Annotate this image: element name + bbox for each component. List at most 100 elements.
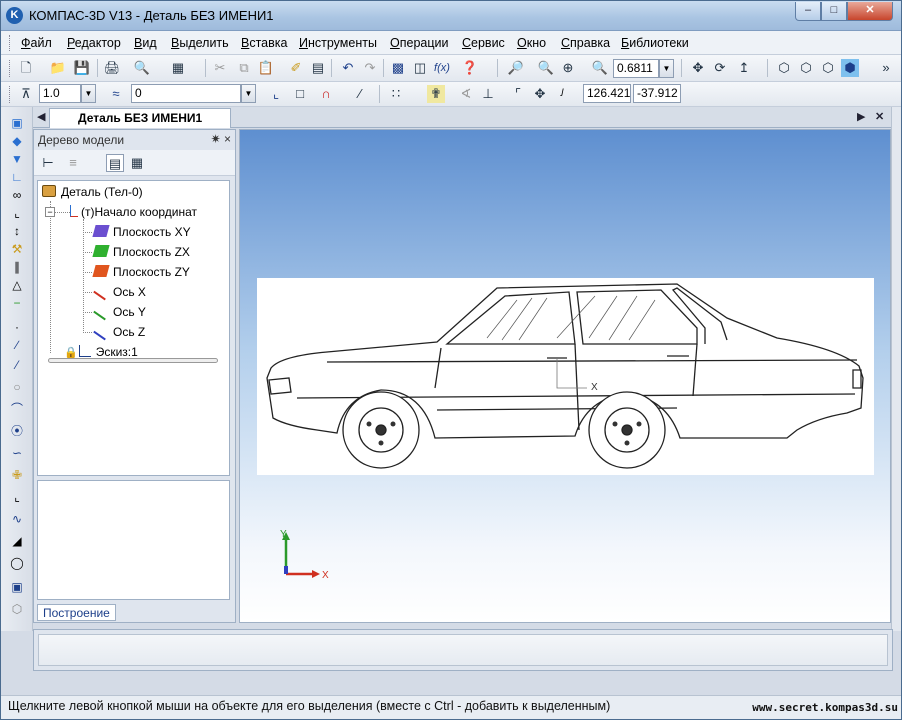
tab-close-icon[interactable]: ✕ — [875, 110, 884, 123]
segment-icon[interactable]: ⁄ — [8, 357, 26, 373]
hammer-icon[interactable]: ⚒ — [8, 241, 26, 257]
maximize-button[interactable]: □ — [821, 2, 847, 21]
library-manager-icon[interactable]: ◫ — [411, 59, 429, 77]
layer-dropdown-arrow[interactable]: ▼ — [241, 84, 256, 103]
tab-scroll-right-icon[interactable]: ▶ — [857, 110, 865, 123]
toolbar-overflow-icon[interactable]: » — [877, 59, 895, 77]
tab-scroll-left-icon[interactable]: ◀ — [37, 110, 45, 123]
redo-icon[interactable]: ↷ — [361, 59, 379, 77]
polyline-icon[interactable]: ⌞ — [8, 489, 26, 505]
menu-operations[interactable]: Операции — [390, 36, 448, 50]
menu-edit[interactable]: Редактор — [67, 36, 121, 50]
parametric-icon[interactable]: ∕ — [351, 85, 369, 103]
properties-icon[interactable]: ▦ — [169, 59, 187, 77]
preview-icon[interactable]: 🔍 — [133, 59, 151, 77]
print-icon[interactable]: 🖨 — [103, 59, 121, 77]
tree-item-axis-z[interactable]: Ось Z — [93, 323, 145, 341]
copy-icon[interactable]: ⧉ — [235, 59, 253, 77]
grid-icon[interactable]: ∷ — [387, 85, 405, 103]
contour-icon[interactable]: ⌜ — [509, 85, 527, 103]
round-off-icon[interactable]: ∢ — [457, 85, 475, 103]
chamfer-icon[interactable]: ◢ — [8, 533, 26, 549]
panel-pin-close-icon[interactable]: ✷ × — [211, 132, 231, 146]
hidden-lines-icon[interactable]: ⬡ — [797, 59, 815, 77]
triangle-icon[interactable]: △ — [8, 277, 26, 293]
spline-icon[interactable]: ∽ — [8, 445, 26, 461]
undo-icon[interactable]: ↶ — [339, 59, 357, 77]
object-properties-icon[interactable]: ▤ — [309, 59, 327, 77]
funnel-icon[interactable]: ▼ — [8, 151, 26, 167]
sketch-tools-icon[interactable]: ∥ — [8, 259, 26, 275]
cursor-coords-icon[interactable]: ✥ — [531, 85, 549, 103]
tree-structure-icon[interactable]: ⊢ — [39, 154, 57, 172]
rectangle-icon[interactable]: ▣ — [8, 579, 26, 595]
bezier-icon[interactable]: ✙ — [8, 467, 26, 483]
nurbs-icon[interactable]: ∿ — [8, 511, 26, 527]
manager-icon[interactable]: ▩ — [389, 59, 407, 77]
surface-icon[interactable]: ∟ — [8, 169, 26, 185]
axes-origin-icon[interactable]: ⊥ — [479, 85, 497, 103]
tree-view-mode-icon[interactable]: ▤ — [106, 154, 124, 172]
line-icon[interactable]: ∕ — [8, 337, 26, 353]
polygon-icon[interactable]: ⬡ — [8, 601, 26, 617]
menu-window[interactable]: Окно — [517, 36, 546, 50]
vertical-scrollbar[interactable] — [891, 107, 901, 631]
tree-item-plane-zy[interactable]: Плоскость ZY — [92, 263, 190, 281]
arc-icon[interactable]: ⌒ — [8, 401, 26, 417]
tab-document[interactable]: Деталь БЕЗ ИМЕНИ1 — [49, 108, 232, 128]
variables-icon[interactable]: f(x) — [433, 59, 451, 77]
menu-insert[interactable]: Вставка — [241, 36, 287, 50]
zoom-all-icon[interactable]: 🔍 — [537, 59, 555, 77]
pan-icon[interactable]: ✥ — [689, 59, 707, 77]
cursor-step-input[interactable]: 1.0 — [39, 84, 81, 103]
menu-service[interactable]: Сервис — [462, 36, 505, 50]
tree-item-axis-y[interactable]: Ось Y — [93, 303, 146, 321]
zoom-dropdown-arrow[interactable]: ▼ — [659, 59, 674, 78]
cube-icon[interactable]: ▣ — [8, 115, 26, 131]
coord-x-input[interactable]: 126.421 — [583, 84, 631, 103]
rotate-icon[interactable]: ⟳ — [711, 59, 729, 77]
tree-item-plane-xy[interactable]: Плоскость XY — [92, 223, 191, 241]
tree-horizontal-scrollbar[interactable] — [48, 358, 218, 363]
tree-item-plane-zx[interactable]: Плоскость ZX — [92, 243, 190, 261]
tab-construction[interactable]: Построение — [37, 604, 116, 621]
shaded-icon[interactable]: ⬢ — [841, 59, 859, 77]
help-pointer-icon[interactable]: ❓ — [461, 59, 479, 77]
measure-icon[interactable]: ⌞ — [8, 205, 26, 221]
open-folder-icon[interactable]: 📁 — [49, 59, 67, 77]
tree-collapse-icon[interactable]: − — [45, 207, 55, 217]
new-file-icon[interactable]: 🗋 — [17, 59, 35, 77]
tree-item-origin[interactable]: (т)Начало координат — [70, 203, 197, 221]
close-button[interactable]: ✕ — [847, 2, 893, 21]
coord-y-input[interactable]: -37.912 — [633, 84, 681, 103]
format-brush-icon[interactable]: ✐ — [287, 59, 305, 77]
thin-hidden-lines-icon[interactable]: ⬡ — [819, 59, 837, 77]
tree-filter-icon[interactable]: ≡ — [64, 154, 82, 172]
aux-geometry-icon[interactable]: ↕ — [8, 223, 26, 239]
spatial-curves-icon[interactable]: ∞ — [8, 187, 26, 203]
fillet-icon[interactable]: ◯ — [8, 555, 26, 571]
point-icon[interactable]: · — [8, 319, 26, 335]
dimension-icon[interactable]: − — [8, 295, 26, 311]
snap-magnet-icon[interactable]: ∩ — [317, 85, 335, 103]
paste-icon[interactable]: 📋 — [257, 59, 275, 77]
orientation-icon[interactable]: ↥ — [735, 59, 753, 77]
ellipse-icon[interactable]: ⦿ — [8, 423, 26, 439]
minimize-button[interactable]: – — [795, 2, 821, 21]
toolbar-grip[interactable] — [9, 86, 12, 103]
menu-tools[interactable]: Инструменты — [299, 36, 377, 50]
menu-file[interactable]: Файл — [21, 36, 52, 50]
zoom-window-icon[interactable]: 🔎 — [507, 59, 525, 77]
menu-help[interactable]: Справка — [561, 36, 610, 50]
save-icon[interactable]: 💾 — [73, 59, 91, 77]
model-viewport[interactable]: X Y X — [239, 129, 891, 623]
tree-item-axis-x[interactable]: Ось X — [93, 283, 146, 301]
local-cs-icon[interactable]: □ — [291, 85, 309, 103]
menu-grip[interactable] — [9, 35, 12, 51]
menu-libraries[interactable]: Библиотеки — [621, 36, 689, 50]
layer-input[interactable]: 0 — [131, 84, 241, 103]
tree-list-icon[interactable]: ▦ — [128, 154, 146, 172]
zoom-scale-icon[interactable]: 🔍 — [591, 59, 609, 77]
ortho-mode-icon[interactable]: ⌞ — [267, 85, 285, 103]
circle-icon[interactable]: ○ — [8, 379, 26, 395]
